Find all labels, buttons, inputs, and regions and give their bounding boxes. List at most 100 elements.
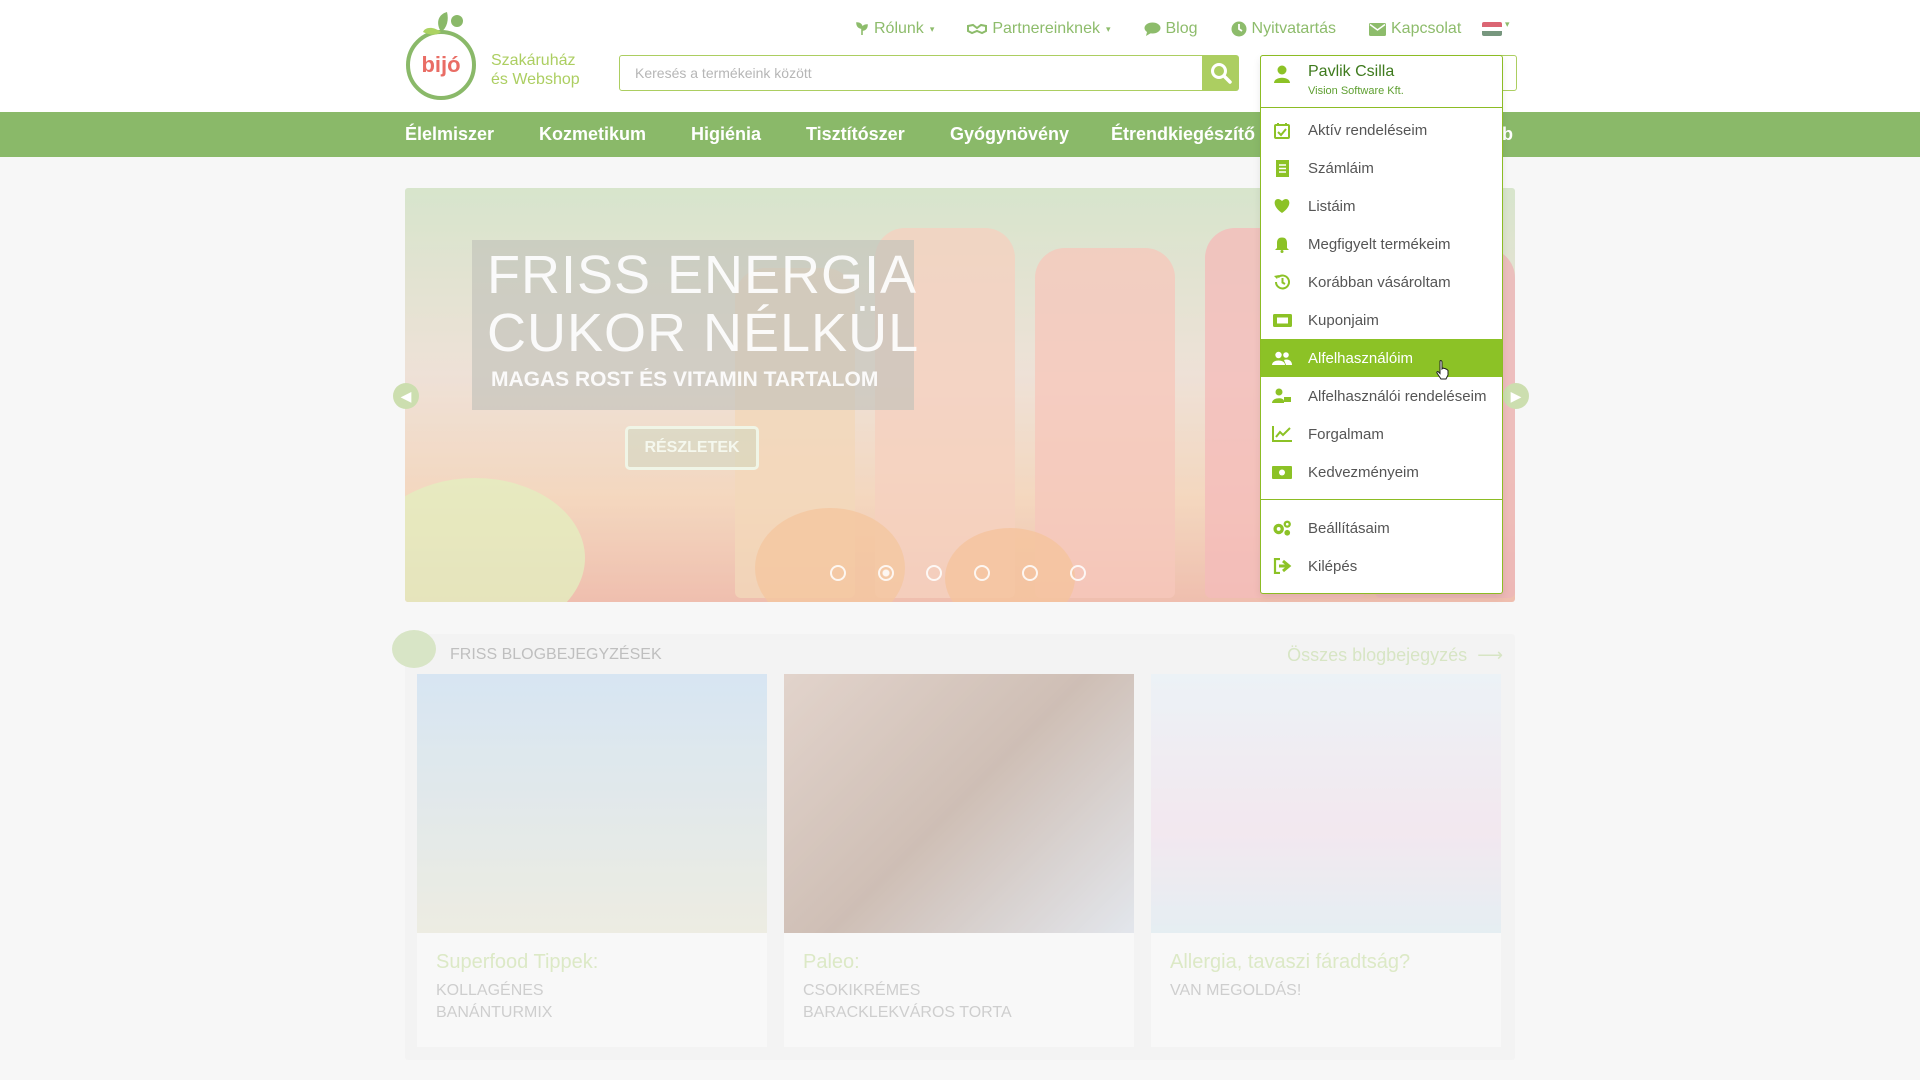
blog-card-subtitle-line: VAN MEGOLDÁS!: [1170, 982, 1302, 999]
menu-item-label: Megfigyelt termékeim: [1308, 235, 1451, 253]
slider-dot[interactable]: [926, 565, 942, 581]
blog-section-title: FRISS BLOGBEJEGYZÉSEK: [450, 646, 662, 663]
menu-item-label: Beállításaim: [1308, 519, 1390, 537]
menu-item-discounts[interactable]: Kedvezményeim: [1261, 453, 1502, 491]
top-navigation: Rólunk ▾ Partnereinknek ▾ Blog Nyitvatar…: [855, 18, 1494, 40]
category-more[interactable]: b: [1502, 124, 1513, 145]
slide-subline: MAGAS ROST ÉS VITAMIN TARTALOM: [491, 368, 879, 391]
menu-item-turnover[interactable]: Forgalmam: [1261, 415, 1502, 453]
category-etrendkiegeszito[interactable]: Étrendkiegészítő: [1111, 124, 1255, 145]
category-gyogynoveny[interactable]: Gyógynövény: [950, 124, 1069, 145]
blog-card-subtitle-line: KOLLAGÉNES: [436, 982, 544, 999]
slide-headline-line1: FRISS ENERGIA: [487, 245, 918, 305]
slide-image: [405, 478, 585, 602]
blog-card-subtitle-line: CSOKIKRÉMES: [803, 982, 921, 999]
menu-item-subuser-orders[interactable]: Alfelhasználói rendeléseim: [1261, 377, 1502, 415]
topnav-kapcsolat[interactable]: Kapcsolat: [1369, 18, 1461, 40]
menu-item-label: Kilépés: [1308, 557, 1358, 575]
slider-dot-active[interactable]: [878, 565, 894, 581]
menu-item-label: Alfelhasználói rendeléseim: [1308, 387, 1487, 405]
sign-out-icon: [1272, 557, 1292, 575]
menu-item-settings[interactable]: Beállításaim: [1261, 509, 1502, 547]
menu-item-label: Listáim: [1308, 197, 1356, 215]
menu-item-invoices[interactable]: Számláim: [1261, 149, 1502, 187]
envelope-icon: [1369, 22, 1386, 36]
category-tisztitoszer[interactable]: Tisztítószer: [806, 124, 905, 145]
calendar-check-icon: [1272, 121, 1292, 139]
blog-card[interactable]: Superfood Tippek: KOLLAGÉNES BANÁNTURMIX: [417, 674, 767, 1047]
category-kozmetikum[interactable]: Kozmetikum: [539, 124, 646, 145]
history-icon: [1272, 273, 1292, 291]
chat-icon: [1144, 22, 1160, 36]
blog-card[interactable]: Allergia, tavaszi fáradtság? VAN MEGOLDÁ…: [1151, 674, 1501, 1047]
hungary-flag-icon[interactable]: [1482, 22, 1502, 36]
tagline-line2: és Webshop: [491, 71, 580, 88]
blog-card-subtitle: CSOKIKRÉMES BARACKLEKVÁROS TORTA: [803, 980, 1103, 1024]
slider-dot[interactable]: [1070, 565, 1086, 581]
speech-bubble-icon: [392, 630, 436, 668]
user-cart-icon: [1272, 387, 1292, 405]
blog-card-image: [417, 674, 767, 933]
menu-divider: [1261, 499, 1502, 500]
slider-prev-arrow-icon[interactable]: ◀: [393, 383, 419, 409]
chevron-down-icon[interactable]: ▾: [1505, 19, 1510, 30]
menu-item-watched-products[interactable]: Megfigyelt termékeim: [1261, 225, 1502, 263]
menu-item-coupons[interactable]: Kuponjaim: [1261, 301, 1502, 339]
topnav-nyitvatartas[interactable]: Nyitvatartás: [1231, 18, 1336, 40]
menu-item-logout[interactable]: Kilépés: [1261, 547, 1502, 585]
blog-card-image: [784, 674, 1134, 933]
money-icon: [1272, 463, 1292, 481]
blog-card[interactable]: Paleo: CSOKIKRÉMES BARACKLEKVÁROS TORTA: [784, 674, 1134, 1047]
ticket-icon: [1272, 311, 1292, 329]
menu-item-previously-bought[interactable]: Korábban vásároltam: [1261, 263, 1502, 301]
chevron-down-icon: ▾: [929, 23, 935, 34]
menu-item-subusers[interactable]: Alfelhasználóim: [1261, 339, 1502, 377]
user-account-header[interactable]: Pavlik Csilla Vision Software Kft.: [1261, 56, 1502, 108]
slider-next-arrow-icon[interactable]: ▶: [1503, 383, 1529, 409]
bell-icon: [1272, 235, 1292, 253]
chevron-down-icon: ▾: [1105, 23, 1111, 34]
handshake-icon: [967, 23, 988, 35]
slide-headline-line2: CUKOR NÉLKÜL: [487, 303, 920, 363]
blog-card-image: [1151, 674, 1501, 933]
main-content: FRISS ENERGIA CUKOR NÉLKÜL MAGAS ROST ÉS…: [0, 157, 1920, 1080]
gears-icon: [1272, 519, 1292, 537]
topnav-partnereinknek[interactable]: Partnereinknek ▾: [967, 18, 1111, 40]
search-button[interactable]: [1202, 55, 1239, 91]
menu-item-label: Számláim: [1308, 159, 1374, 177]
user-company: Vision Software Kft.: [1308, 85, 1404, 97]
slider-dot[interactable]: [830, 565, 846, 581]
topnav-rolunk-label: Rólunk: [874, 20, 924, 37]
all-blog-posts-link[interactable]: Összes blogbejegyzés ⟶: [1287, 645, 1503, 666]
users-icon: [1272, 349, 1292, 367]
menu-item-label: Aktív rendeléseim: [1308, 121, 1428, 139]
bijo-logo[interactable]: bijó: [405, 10, 477, 101]
slider-pagination: [830, 565, 1086, 581]
blog-card-title: Paleo:: [803, 951, 860, 973]
menu-item-active-orders[interactable]: Aktív rendeléseim: [1261, 111, 1502, 149]
user-account-dropdown: Pavlik Csilla Vision Software Kft. Aktív…: [1260, 55, 1503, 594]
menu-item-label: Alfelhasználóim: [1308, 349, 1414, 367]
slide-details-button[interactable]: RÉSZLETEK: [625, 426, 759, 470]
blog-card-title: Superfood Tippek:: [436, 951, 599, 973]
category-higienia[interactable]: Higiénia: [691, 124, 761, 145]
search-input[interactable]: Keresés a termékeink között: [619, 55, 1204, 91]
topnav-blog-label: Blog: [1165, 20, 1198, 37]
user-name: Pavlik Csilla: [1308, 63, 1395, 80]
topnav-kapcsolat-label: Kapcsolat: [1391, 20, 1462, 37]
menu-item-lists[interactable]: Listáim: [1261, 187, 1502, 225]
search-icon: [1210, 63, 1232, 84]
tagline-line1: Szakáruház: [491, 52, 576, 69]
topnav-rolunk[interactable]: Rólunk ▾: [855, 18, 934, 40]
invoice-icon: [1272, 159, 1292, 177]
site-header: bijó Szakáruház és Webshop Rólunk ▾ Part…: [0, 0, 1920, 112]
blog-card-title: Allergia, tavaszi fáradtság?: [1170, 951, 1411, 973]
slider-dot[interactable]: [1022, 565, 1038, 581]
blog-card-subtitle: KOLLAGÉNES BANÁNTURMIX: [436, 980, 736, 1024]
category-elelmiszer[interactable]: Élelmiszer: [405, 124, 494, 145]
slide-headline: FRISS ENERGIA CUKOR NÉLKÜL: [487, 246, 919, 362]
slider-dot[interactable]: [974, 565, 990, 581]
blog-section: FRISS BLOGBEJEGYZÉSEK Összes blogbejegyz…: [392, 630, 1515, 1060]
leaf-icon: [856, 22, 868, 35]
topnav-blog[interactable]: Blog: [1144, 18, 1198, 40]
